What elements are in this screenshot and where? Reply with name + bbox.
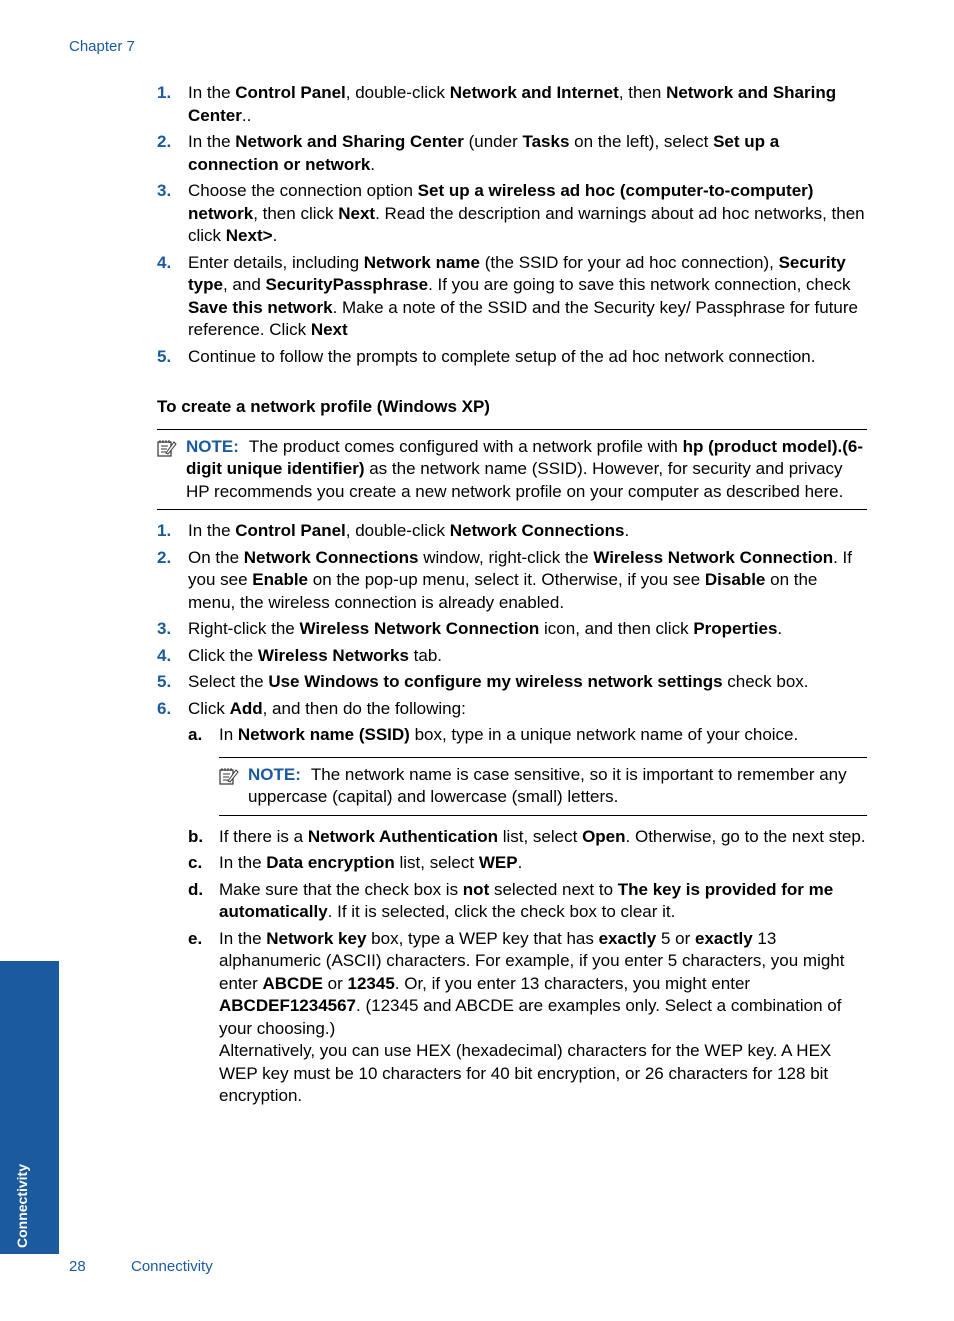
chapter-side-tab: Connectivity <box>0 961 59 1254</box>
list-item: 5. Continue to follow the prompts to comp… <box>157 346 867 369</box>
substep-item: d. Make sure that the check box is not se… <box>188 879 867 924</box>
substep-text: In Network name (SSID) box, type in a un… <box>219 725 799 744</box>
substep-text: If there is a Network Authentication lis… <box>219 826 866 846</box>
substep-text: In the Network key box, type a WEP key t… <box>219 928 845 1106</box>
chapter-header: Chapter 7 <box>69 38 135 55</box>
list-item: 6. Click Add, and then do the following: <box>157 698 867 721</box>
step-text: In the Network and Sharing Center (under… <box>188 132 780 174</box>
step-text: Continue to follow the prompts to comple… <box>188 346 816 366</box>
list-item: 3. Right-click the Wireless Network Conne… <box>157 618 867 641</box>
step-number: 1. <box>157 83 172 102</box>
substep-text: Make sure that the check box is not sele… <box>219 879 834 922</box>
list-item: 1. In the Control Panel, double-click Net… <box>157 520 867 543</box>
note-box: NOTE: The network name is case sensitive,… <box>219 756 867 816</box>
step-number: 3. <box>157 181 172 200</box>
list-item: 4. Enter details, including Network name … <box>157 252 867 342</box>
step-number: 6. <box>157 698 172 718</box>
step-number: 3. <box>157 619 172 638</box>
substep-text: In the Data encryption list, select WEP. <box>219 853 523 872</box>
step-text: Choose the connection option Set up a wi… <box>188 181 865 245</box>
step-text: Click Add, and then do the following: <box>188 698 466 718</box>
note-text: The network name is case sensitive, so i… <box>248 764 847 807</box>
list-item: 2. In the Network and Sharing Center (und… <box>157 131 867 176</box>
substep-letter: e. <box>188 928 203 948</box>
list-item: 2. On the Network Connections window, rig… <box>157 547 867 615</box>
step-text: Select the Use Windows to configure my w… <box>188 672 809 691</box>
note-icon <box>219 767 239 785</box>
substep-letter: c. <box>188 853 203 872</box>
step-number: 5. <box>157 346 172 366</box>
step-text: Enter details, including Network name (t… <box>188 252 858 340</box>
substep-letter: b. <box>188 826 204 846</box>
page-number: 28 <box>69 1258 86 1275</box>
list-item: 3. Choose the connection option Set up a … <box>157 180 867 248</box>
step-text: In the Control Panel, double-click Netwo… <box>188 521 630 540</box>
substep-letter: a. <box>188 725 203 744</box>
substep-item: c. In the Data encryption list, select WE… <box>188 852 867 875</box>
step-text: Right-click the Wireless Network Connect… <box>188 619 783 638</box>
page-content: 1. In the Control Panel, double-click Net… <box>157 82 867 1112</box>
step-number: 2. <box>157 547 172 567</box>
step-text: In the Control Panel, double-click Netwo… <box>188 83 837 125</box>
note-text: The product comes configured with a netw… <box>186 436 863 501</box>
step-number: 4. <box>157 645 172 665</box>
substep-letter: d. <box>188 879 204 899</box>
substep-item: b. If there is a Network Authentication l… <box>188 826 867 849</box>
step-text: On the Network Connections window, right… <box>188 547 853 612</box>
list-item: 5. Select the Use Windows to configure my… <box>157 671 867 694</box>
substep-item: a. In Network name (SSID) box, type in a … <box>188 724 867 747</box>
list-item: 1. In the Control Panel, double-click Net… <box>157 82 867 127</box>
footer-section: Connectivity <box>131 1258 213 1275</box>
step-number: 5. <box>157 672 172 691</box>
steps-list-vista: 1. In the Control Panel, double-click Net… <box>157 82 867 368</box>
section-heading: To create a network profile (Windows XP) <box>157 397 490 416</box>
list-item: 4. Click the Wireless Networks tab. <box>157 645 867 668</box>
step-number: 4. <box>157 252 172 272</box>
side-tab-label: Connectivity <box>14 1163 30 1248</box>
step-number: 1. <box>157 521 172 540</box>
steps-list-xp: 1. In the Control Panel, double-click Net… <box>157 520 867 1108</box>
note-box: NOTE: The product comes configured with a… <box>157 428 867 510</box>
note-label: NOTE: <box>248 764 301 784</box>
step-number: 2. <box>157 132 172 151</box>
substeps-list: a. In Network name (SSID) box, type in a … <box>188 724 867 1108</box>
note-icon <box>157 439 177 457</box>
substep-item: e. In the Network key box, type a WEP key… <box>188 928 867 1108</box>
note-label: NOTE: <box>186 436 239 456</box>
step-text: Click the Wireless Networks tab. <box>188 645 443 665</box>
